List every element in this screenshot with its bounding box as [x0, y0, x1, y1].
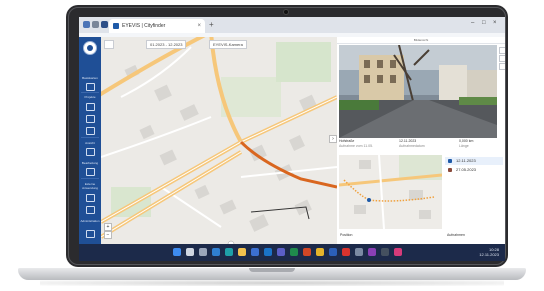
street-photo[interactable] — [339, 45, 497, 138]
capture-list: 12.11.2023 27.05.2023 — [445, 155, 503, 229]
photo-download-button[interactable] — [499, 55, 505, 62]
sidebar-section-projekte: Projekte — [84, 95, 96, 99]
edit-icon[interactable] — [86, 168, 95, 176]
pin-icon[interactable] — [86, 127, 95, 135]
acrobat-icon[interactable] — [342, 248, 350, 256]
info-length: 0,000 km Länge — [459, 139, 473, 149]
info-length-sub: Länge — [459, 144, 469, 148]
tab-close-icon[interactable]: × — [197, 19, 201, 33]
site-favicon-icon — [113, 23, 119, 29]
info-street: Hofstraße Aufnahme vom 11.05. — [339, 139, 373, 149]
outlook-icon[interactable] — [264, 248, 272, 256]
eye-icon[interactable] — [86, 148, 95, 156]
maximize-button[interactable]: □ — [482, 20, 486, 26]
start-icon[interactable] — [173, 248, 181, 256]
browser-tabs-icon[interactable] — [92, 21, 99, 28]
zoom-out-button[interactable]: − — [104, 231, 112, 239]
close-window-button[interactable]: × — [493, 20, 497, 26]
layers-icon[interactable] — [86, 83, 95, 91]
terminal-icon[interactable] — [381, 248, 389, 256]
app-icon[interactable] — [394, 248, 402, 256]
info-date: 12.11.2023 Aufnahmedatum — [399, 139, 425, 149]
folder-icon[interactable] — [86, 103, 95, 111]
store-icon[interactable] — [251, 248, 259, 256]
info-street-sub: Aufnahme vom 11.05. — [339, 144, 373, 148]
laptop-notch — [249, 268, 295, 272]
sidebar-section-bearbeitung: Bearbeitung — [81, 161, 99, 165]
layer-select[interactable]: EYEVIS-Kamera — [209, 40, 247, 49]
photo-share-button[interactable] — [499, 63, 505, 70]
map-view[interactable]: 01.2023 - 12.2023 EYEVIS-Kamera + − › — [101, 37, 337, 244]
screen: EYEVIS | Cityfinder × + – □ × Basiskarte… — [79, 17, 505, 261]
list-item-label: 27.05.2023 — [456, 167, 477, 172]
mini-map[interactable] — [339, 155, 442, 229]
onenote-icon[interactable] — [368, 248, 376, 256]
external-app-icon[interactable] — [86, 194, 95, 202]
search-icon[interactable] — [86, 115, 95, 123]
clock-date: 12.11.2023 — [479, 252, 499, 257]
map-canvas[interactable] — [101, 37, 337, 244]
detail-panel: Bildansicht Hofstraße Aufnahme vom 11.05… — [337, 37, 505, 244]
app-sidebar: Basiskarten Projekte Ansicht Bearbeitung… — [79, 37, 101, 244]
info-date-sub: Aufnahmedatum — [399, 144, 425, 148]
settings-icon[interactable] — [86, 230, 95, 238]
photo-info: Hofstraße Aufnahme vom 11.05. 12.11.2023… — [339, 139, 499, 151]
edge-browser-icon[interactable] — [225, 248, 233, 256]
sidebar-section-ansicht: Ansicht — [85, 141, 95, 145]
street-photo-image — [339, 45, 497, 138]
browser-profile-icon[interactable] — [83, 21, 90, 28]
mini-map-canvas — [339, 155, 442, 229]
sidebar-divider — [81, 137, 99, 138]
browser-window-icon[interactable] — [101, 21, 108, 28]
powerpoint-icon[interactable] — [303, 248, 311, 256]
sidebar-section-administration: Administration — [80, 219, 100, 223]
export-icon[interactable] — [86, 206, 95, 214]
os-taskbar: 10:28 12.11.2023 — [79, 244, 505, 261]
search-icon[interactable] — [186, 248, 194, 256]
position-label: Position — [340, 233, 353, 237]
list-item[interactable]: 12.11.2023 — [445, 157, 503, 165]
map-menu-button[interactable] — [104, 40, 114, 49]
camera-icon — [448, 168, 452, 172]
captures-label: Aufnahmen — [447, 233, 465, 237]
laptop-shadow — [40, 280, 504, 286]
webcam — [283, 9, 289, 15]
zoom-in-button[interactable]: + — [104, 223, 112, 231]
detail-header: Bildansicht — [337, 37, 505, 44]
minimize-button[interactable]: – — [471, 20, 474, 26]
teams-icon[interactable] — [277, 248, 285, 256]
sidebar-section-externe-anwendung: Externe Anwendung — [82, 182, 98, 190]
sidebar-divider — [81, 178, 99, 179]
system-clock[interactable]: 10:28 12.11.2023 — [479, 247, 499, 257]
list-item-label: 12.11.2023 — [456, 158, 476, 163]
app-logo[interactable] — [83, 41, 97, 55]
list-item[interactable]: 27.05.2023 — [445, 166, 503, 174]
photo-fullscreen-button[interactable] — [499, 47, 505, 54]
word-icon[interactable] — [329, 248, 337, 256]
excel-icon[interactable] — [290, 248, 298, 256]
sidebar-section-basiskarten: Basiskarten — [82, 76, 98, 80]
sidebar-divider — [81, 92, 99, 93]
date-range-filter[interactable]: 01.2023 - 12.2023 — [146, 40, 187, 49]
camera-icon — [448, 159, 452, 163]
chrome-icon[interactable] — [316, 248, 324, 256]
collapse-panel-button[interactable]: › — [329, 135, 337, 143]
widgets-icon[interactable] — [212, 248, 220, 256]
new-tab-button[interactable]: + — [209, 19, 214, 31]
task-view-icon[interactable] — [199, 248, 207, 256]
browser-tab-bar: EYEVIS | Cityfinder × + – □ × — [79, 17, 505, 33]
browser-tab[interactable]: EYEVIS | Cityfinder × — [109, 19, 205, 33]
tab-title: EYEVIS | Cityfinder — [122, 23, 166, 29]
settings-icon[interactable] — [355, 248, 363, 256]
file-explorer-icon[interactable] — [238, 248, 246, 256]
